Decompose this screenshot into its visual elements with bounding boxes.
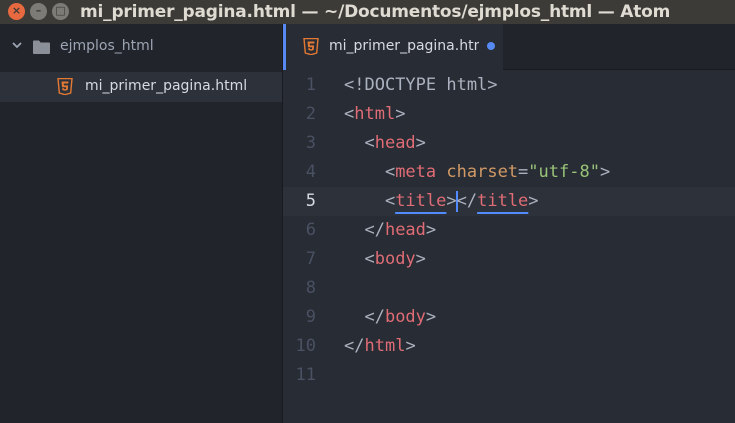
line-number: 8 [305,278,316,298]
code-token: > [599,162,611,182]
code-line[interactable]: 6 </head> [283,216,735,245]
minimize-window-button[interactable]: – [30,3,47,20]
code-text: </html> [344,332,416,361]
code-text: <title></title> [344,187,539,216]
maximize-window-button[interactable]: □ [52,3,69,20]
code-line[interactable]: 1 <!DOCTYPE html> [283,71,735,100]
line-number: 4 [305,162,316,182]
code-line[interactable]: 9 </body> [283,303,735,332]
code-text: </body> [344,303,436,332]
code-text: <meta charset="utf-8"> [344,158,610,187]
code-token: > [395,104,406,124]
file-label: mi_primer_pagina.html [85,78,248,94]
code-token: charset [446,162,519,182]
code-token: body [374,249,416,269]
code-token: > [425,220,437,240]
code-text: </head> [344,216,436,245]
code-line[interactable]: 4 <meta charset="utf-8"> [283,158,735,187]
code-line[interactable]: 3 <head> [283,129,735,158]
code-token: </ [344,307,385,327]
code-token: </ [344,220,385,240]
code-token: </ [344,336,365,356]
code-line[interactable]: 11 [283,361,735,390]
code-token: body [384,307,426,327]
code-text: <html> [344,100,405,129]
code-token: < [344,104,355,124]
folder-label: ejmplos_html [60,38,154,54]
code-token: > [405,336,416,356]
window-title: mi_primer_pagina.html — ~/Documentos/ejm… [80,2,671,22]
code-token: </ [456,191,478,211]
code-token: title [477,191,529,211]
folder-icon [33,40,50,54]
code-line[interactable]: 8 [283,274,735,303]
code-token: < [344,249,375,269]
code-token: <!DOCTYPE html> [344,75,498,95]
code-text: <!DOCTYPE html> [344,71,498,100]
code-token: < [344,191,396,211]
line-number: 5 [305,191,316,211]
code-token: html [354,104,396,124]
code-token: html [364,336,406,356]
modified-indicator-icon[interactable] [487,42,495,50]
tab-bar: mi_primer_pagina.html [283,24,735,70]
tree-file-mi-primer-pagina[interactable]: mi_primer_pagina.html [0,72,282,102]
line-number: 7 [305,249,316,269]
line-number: 6 [305,220,316,240]
html5-icon [303,38,319,55]
code-token: head [374,133,416,153]
code-token: head [384,220,426,240]
tree-view: ejmplos_html mi_primer_pagina.html [0,24,283,423]
code-line[interactable]: 5 <title></title> [283,187,735,216]
line-number: 1 [305,75,316,95]
code-line[interactable]: 2 <html> [283,100,735,129]
tab-mi-primer-pagina[interactable]: mi_primer_pagina.html [283,24,503,70]
code-token: > [415,133,426,153]
code-token: "utf-8" [528,162,600,182]
code-token: = [518,162,529,182]
code-token: > [528,191,539,211]
code-token: > [425,307,437,327]
code-text: <body> [344,245,426,274]
code-token: < [344,133,375,153]
code-token: title [395,191,447,211]
close-window-button[interactable]: × [8,3,25,20]
line-number: 2 [305,104,316,124]
code-editor[interactable]: 1 <!DOCTYPE html> 2 <html> 3 <head> 4 <meta c… [283,70,735,423]
code-token: meta [395,162,437,182]
line-number: 9 [305,307,316,327]
line-number: 11 [295,365,316,385]
tree-folder-ejmplos-html[interactable]: ejmplos_html [0,32,282,62]
code-line[interactable]: 10 </html> [283,332,735,361]
code-text: <head> [344,129,426,158]
chevron-down-icon[interactable] [10,38,24,52]
line-number: 10 [295,336,316,356]
code-token: < [344,162,396,182]
tab-label: mi_primer_pagina.html [329,38,479,54]
html5-icon [57,78,73,95]
code-token: > [415,249,426,269]
code-line[interactable]: 7 <body> [283,245,735,274]
window-titlebar: × – □ mi_primer_pagina.html — ~/Document… [0,0,735,24]
line-number: 3 [305,133,316,153]
